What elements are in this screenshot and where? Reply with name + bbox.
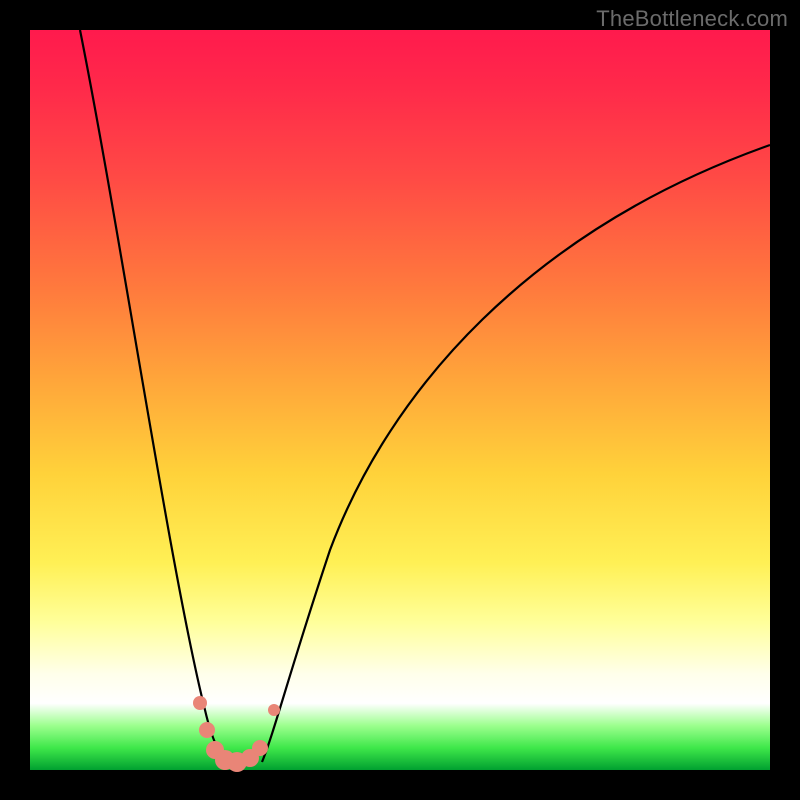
left-curve [80, 30, 230, 762]
curve-dot [268, 704, 280, 716]
curve-dot [252, 740, 268, 756]
curve-overlay [30, 30, 770, 770]
right-curve [262, 145, 770, 762]
gradient-plot-area [30, 30, 770, 770]
curve-dot [193, 696, 207, 710]
watermark-text: TheBottleneck.com [596, 6, 788, 32]
chart-stage: TheBottleneck.com [0, 0, 800, 800]
curve-dot [199, 722, 215, 738]
